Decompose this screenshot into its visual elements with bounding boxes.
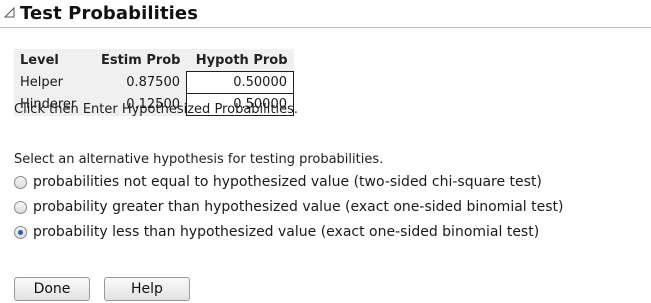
radio-option-less[interactable]: probability less than hypothesized value… (14, 224, 539, 240)
panel-title: Test Probabilities (20, 2, 199, 24)
radio-option-two-sided[interactable]: probabilities not equal to hypothesized … (14, 174, 542, 190)
header-divider (0, 27, 651, 28)
radio-button-selected-icon[interactable] (14, 225, 27, 239)
radio-button-icon[interactable] (14, 200, 27, 214)
level-cell: Helper (14, 71, 90, 94)
disclosure-triangle-icon[interactable] (2, 5, 18, 21)
panel-header[interactable]: Test Probabilities (2, 0, 198, 26)
table-header-row: Level Estim Prob Hypoth Prob (14, 49, 294, 72)
radio-option-greater[interactable]: probability greater than hypothesized va… (14, 199, 563, 215)
radio-option-label: probability greater than hypothesized va… (33, 199, 564, 215)
column-header-level: Level (14, 49, 90, 72)
select-prompt-text: Select an alternative hypothesis for tes… (14, 152, 384, 167)
column-header-estim-prob: Estim Prob (90, 49, 187, 72)
radio-option-label: probabilities not equal to hypothesized … (33, 174, 542, 190)
hypoth-prob-input[interactable]: 0.50000 (186, 71, 294, 94)
column-header-hypoth-prob: Hypoth Prob (186, 49, 294, 72)
radio-button-icon[interactable] (14, 175, 27, 189)
radio-option-label: probability less than hypothesized value… (33, 224, 540, 240)
test-probabilities-panel: Test Probabilities Level Estim Prob Hypo… (0, 0, 651, 303)
instruction-text: Click then Enter Hypothesized Probabilit… (14, 102, 298, 117)
done-button[interactable]: Done (14, 277, 90, 301)
table-row: Helper 0.87500 0.50000 (14, 71, 294, 94)
help-button[interactable]: Help (104, 277, 190, 301)
estim-prob-cell: 0.87500 (90, 71, 187, 94)
